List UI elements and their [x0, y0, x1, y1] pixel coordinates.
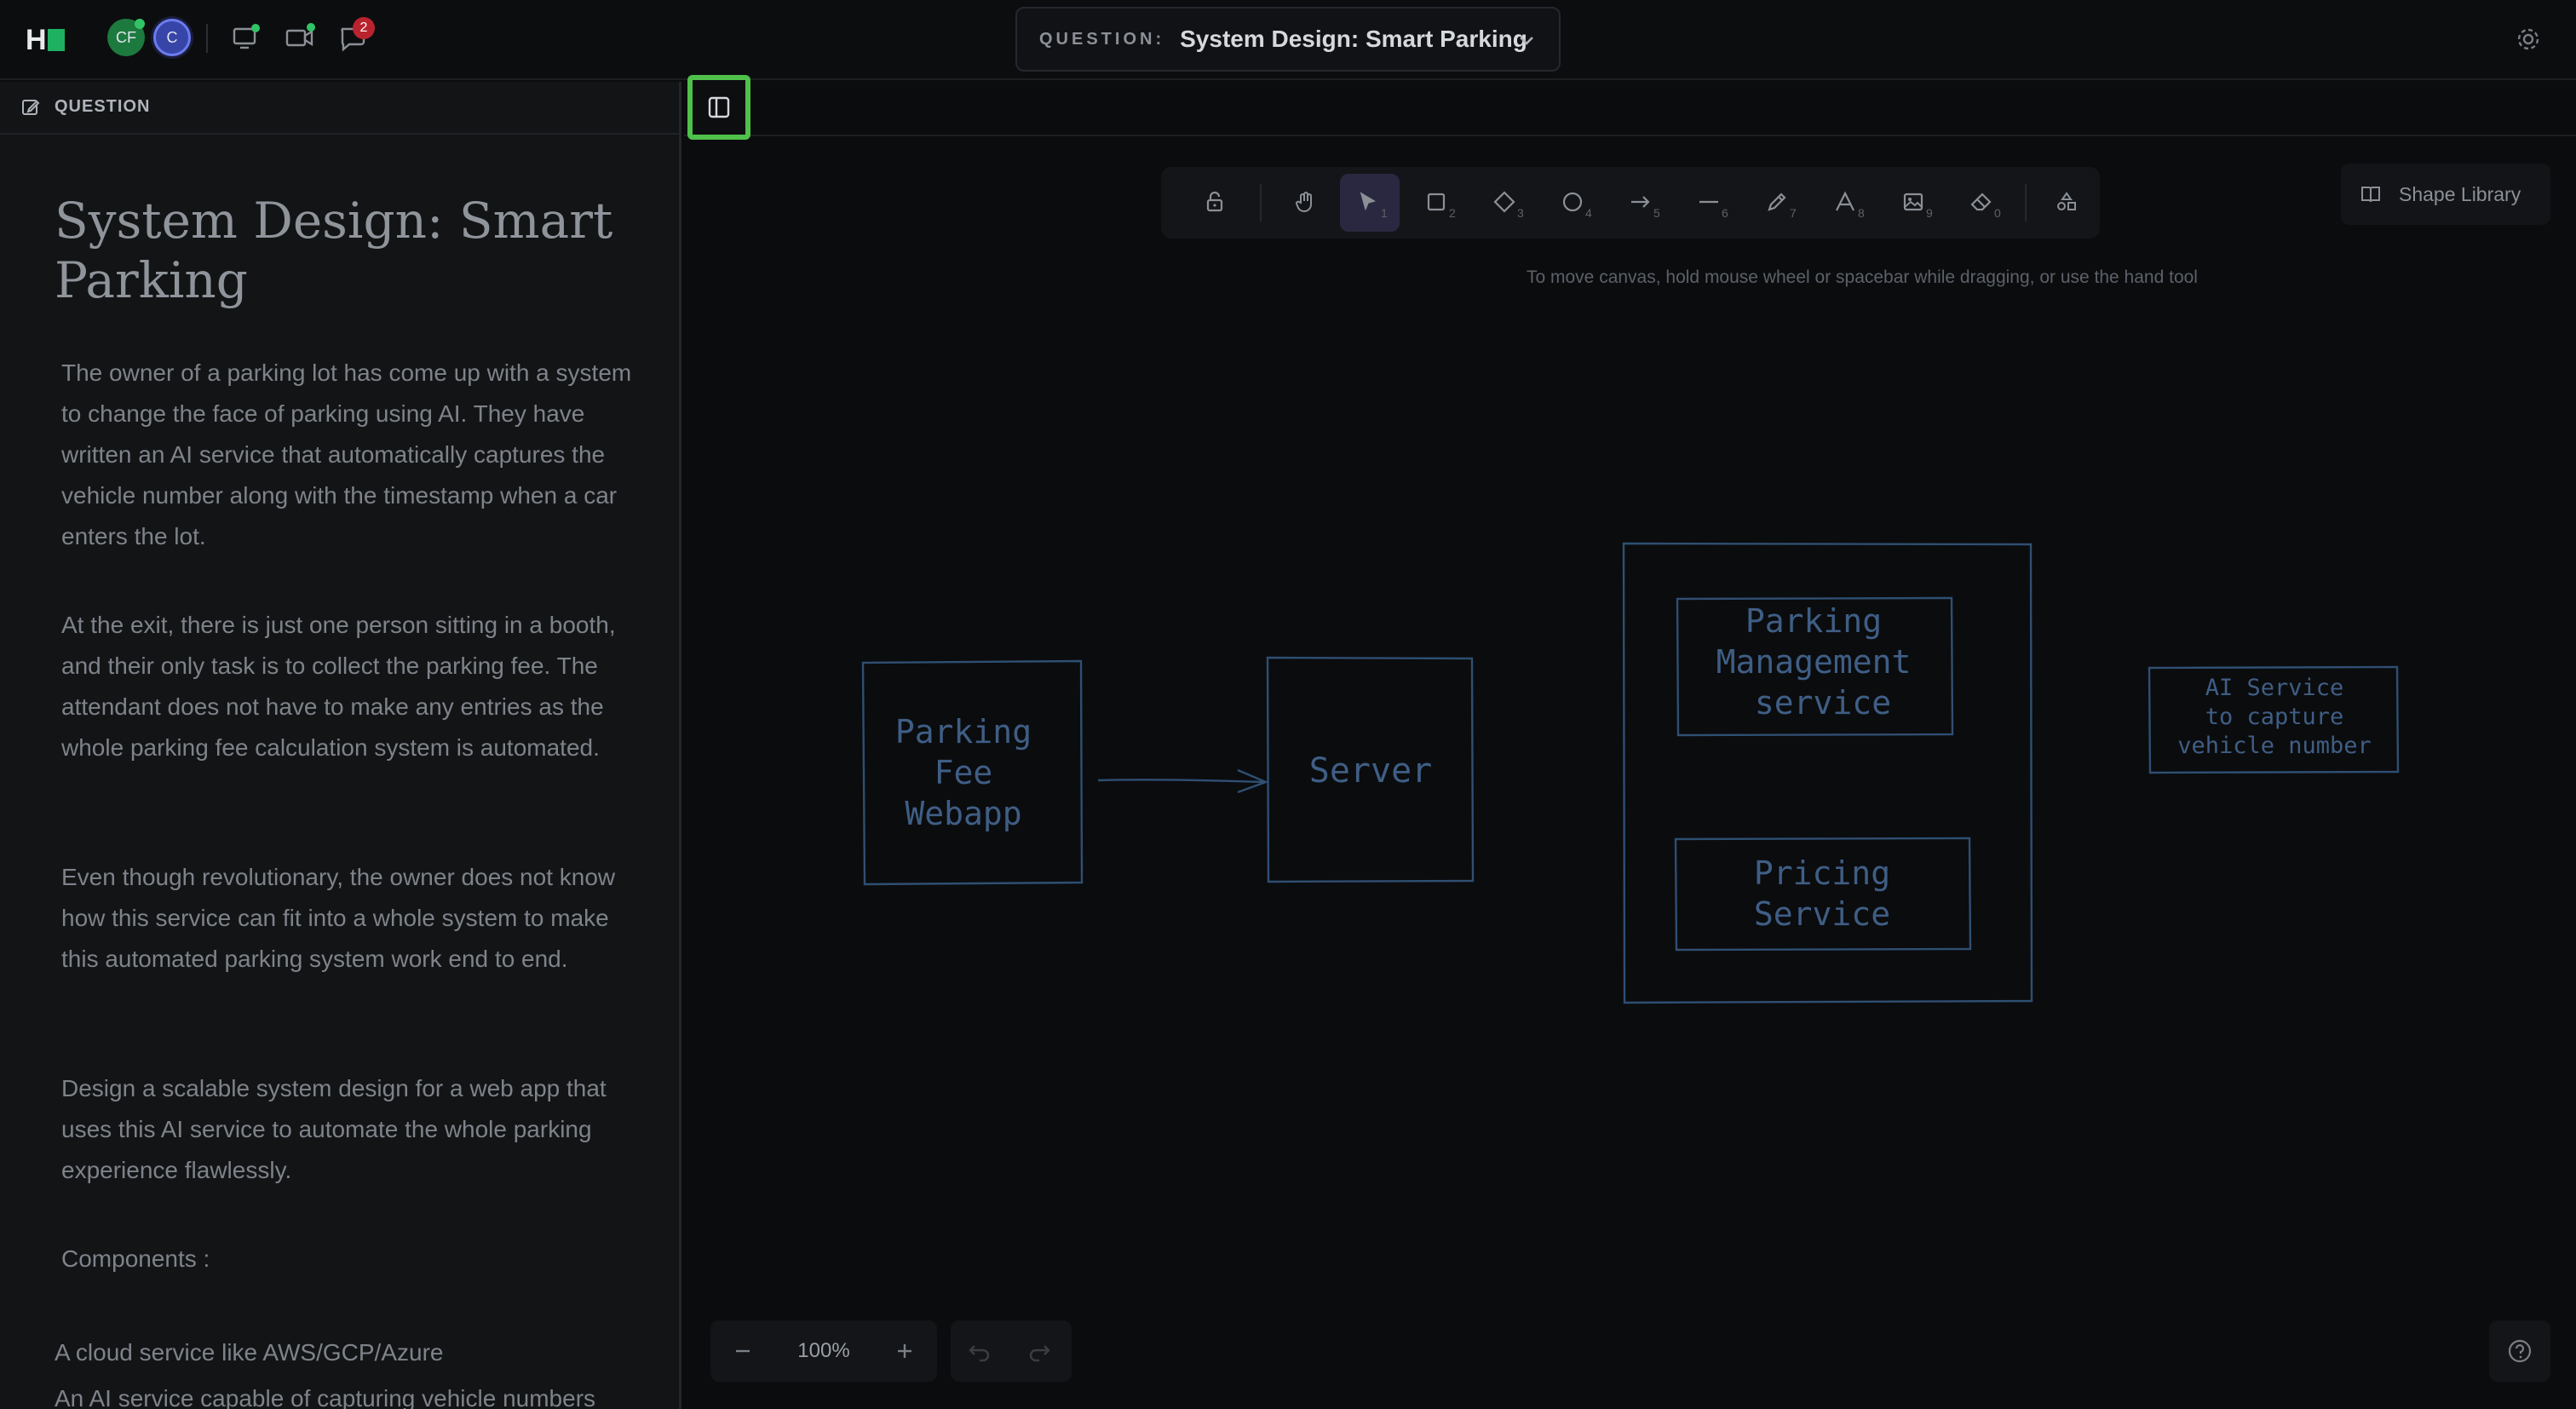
- diagram-text: Pricing: [1754, 854, 1890, 892]
- zoom-out-button[interactable]: [724, 1332, 762, 1370]
- video-button[interactable]: [285, 22, 315, 53]
- diagram-text: Parking: [1745, 602, 1882, 640]
- edit-icon: [22, 100, 40, 115]
- server-box[interactable]: Server: [1266, 656, 1475, 883]
- ai-service-box[interactable]: AI Service to capture vehicle number: [2148, 665, 2400, 774]
- notification-badge: 2: [353, 17, 375, 39]
- redo-icon: [1029, 1345, 1050, 1362]
- diagram-text: to capture: [2205, 704, 2344, 730]
- zoom-in-button[interactable]: [886, 1332, 923, 1370]
- participant-avatar[interactable]: CF: [107, 19, 145, 56]
- whiteboard-canvas[interactable]: 1 2 3 4 5 6 7 8 9 0 To move canvas, hold…: [684, 75, 2576, 1409]
- component-item: A cloud service like AWS/GCP/Azure: [55, 1339, 444, 1366]
- question-paragraph: The owner of a parking lot has come up w…: [61, 359, 632, 549]
- diagram-text: Service: [1754, 895, 1890, 933]
- diagram-text: service: [1755, 684, 1891, 722]
- question-paragraph: Design a scalable system design for a we…: [61, 1075, 607, 1183]
- history-controls: [951, 1320, 1072, 1382]
- redo-button[interactable]: [1026, 1337, 1056, 1365]
- app-logo[interactable]: H: [26, 26, 65, 55]
- diagram-text: Parking: [895, 713, 1032, 751]
- current-user-avatar[interactable]: C: [153, 19, 191, 56]
- panel-header: QUESTION: [0, 82, 679, 135]
- undo-button[interactable]: [966, 1337, 997, 1365]
- panel-header-label: QUESTION: [55, 97, 151, 116]
- zoom-level[interactable]: 100%: [767, 1320, 881, 1382]
- video-camera-icon: [285, 23, 315, 47]
- undo-icon: [969, 1345, 990, 1362]
- avatar-initials: C: [166, 28, 178, 46]
- diagram-text: Webapp: [905, 795, 1021, 832]
- top-bar: H CF C 2 QUESTION: System Design: Smart …: [0, 0, 2576, 80]
- components-heading: Components :: [61, 1245, 210, 1272]
- settings-gear-icon[interactable]: [2515, 26, 2542, 53]
- avatar-initials: CF: [116, 28, 136, 46]
- question-paragraph: Even though revolutionary, the owner doe…: [61, 864, 616, 972]
- question-panel: QUESTION System Design: Smart Parking Th…: [0, 82, 681, 1409]
- question-select[interactable]: QUESTION: System Design: Smart Parking: [1015, 7, 1561, 72]
- monitor-icon: [233, 24, 260, 49]
- online-indicator: [135, 19, 145, 29]
- component-item: An AI service capable of capturing vehic…: [55, 1385, 596, 1409]
- parking-management-service-box[interactable]: Parking Management service: [1676, 596, 1954, 737]
- plus-icon: [898, 1344, 911, 1358]
- diagram-text: AI Service: [2205, 675, 2344, 701]
- diagram-text: vehicle number: [2177, 733, 2372, 759]
- question-select-value: System Design: Smart Parking: [1180, 26, 1527, 52]
- minus-icon: [736, 1349, 750, 1353]
- diagram-text: Server: [1309, 751, 1433, 791]
- screen-share-button[interactable]: [230, 22, 261, 53]
- divider: [206, 24, 208, 53]
- zoom-controls: 100%: [710, 1320, 937, 1382]
- connector-arrow[interactable]: [1097, 768, 1269, 794]
- pricing-service-box[interactable]: Pricing Service: [1674, 837, 1972, 952]
- chevron-down-icon: [1520, 37, 1533, 45]
- diagram-text: Fee: [934, 754, 993, 791]
- diagram-text: Management: [1716, 643, 1912, 681]
- question-paragraph: At the exit, there is just one person si…: [61, 612, 616, 761]
- parking-fee-webapp-box[interactable]: Parking Fee Webapp: [861, 659, 1084, 886]
- help-question-icon: [2508, 1339, 2532, 1363]
- question-select-label: QUESTION:: [1039, 29, 1165, 49]
- diagram: Parking Fee Webapp Server Parking Manage…: [861, 542, 2400, 1004]
- help-button[interactable]: [2489, 1320, 2550, 1382]
- question-title: System Design: Smart Parking: [55, 192, 613, 309]
